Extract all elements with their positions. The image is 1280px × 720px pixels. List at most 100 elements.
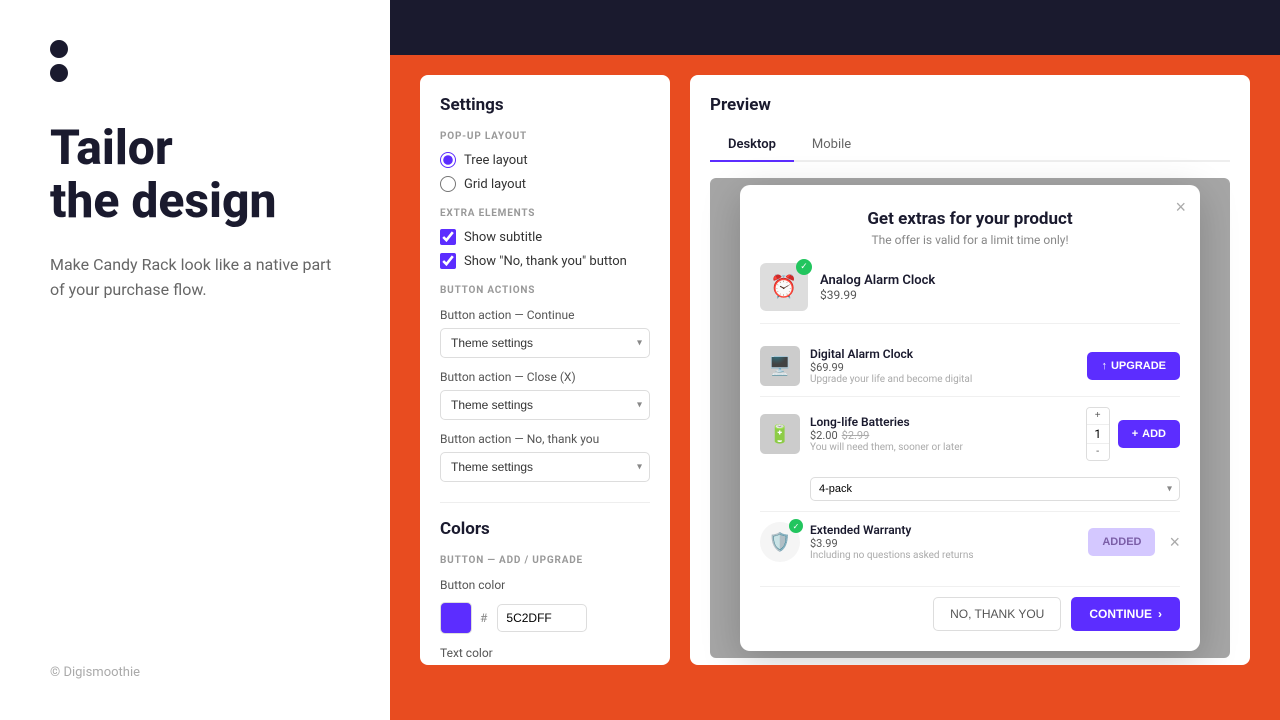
btn-action-close-select-wrap: Theme settings ▾	[440, 390, 650, 420]
left-panel: Tailor the design Make Candy Rack look l…	[0, 0, 390, 720]
extra-elements-label: EXTRA ELEMENTS	[440, 208, 650, 219]
upsell-1-img: 🖥️	[760, 346, 800, 386]
show-no-thanks-option[interactable]: Show "No, thank you" button	[440, 253, 650, 269]
continue-button[interactable]: CONTINUE ›	[1071, 597, 1180, 631]
chevron-right-icon: ›	[1158, 607, 1162, 621]
button-actions-label: BUTTON ACTIONS	[440, 285, 650, 296]
left-content: Tailor the design Make Candy Rack look l…	[50, 122, 340, 303]
modal-close-button[interactable]: ×	[1175, 197, 1186, 218]
btn-action-no-thanks-select-wrap: Theme settings ▾	[440, 452, 650, 482]
qty-value: 1	[1087, 424, 1109, 444]
qty-decrease-btn[interactable]: -	[1087, 444, 1109, 460]
upsell-2-desc: You will need them, sooner or later	[810, 442, 1076, 453]
main-product-name: Analog Alarm Clock	[820, 273, 935, 288]
btn-action-continue-label: Button action — Continue	[440, 308, 650, 322]
preview-title: Preview	[710, 95, 1230, 115]
upsell-2-price-wrap: $2.00 $2.99	[810, 429, 1076, 442]
quantity-wrap: + 1 -	[1086, 407, 1110, 461]
show-subtitle-label: Show subtitle	[464, 230, 542, 245]
button-color-input[interactable]	[497, 604, 587, 632]
colors-title: Colors	[440, 519, 650, 539]
show-no-thanks-label: Show "No, thank you" button	[464, 254, 627, 269]
no-thanks-button[interactable]: NO, THANK YOU	[933, 597, 1061, 631]
preview-panel: Preview Desktop Mobile × Get extras for …	[690, 75, 1250, 665]
upsell-1-desc: Upgrade your life and become digital	[810, 374, 1077, 385]
colors-section: Colors BUTTON — ADD / UPGRADE Button col…	[440, 502, 650, 665]
settings-panel: Settings POP-UP LAYOUT Tree layout Grid …	[420, 75, 670, 665]
warranty-name: Extended Warranty	[810, 523, 1078, 537]
warranty-price: $3.99	[810, 537, 1078, 550]
upsell-1-price: $69.99	[810, 361, 1077, 374]
btn-action-continue-select-wrap: Theme settings ▾	[440, 328, 650, 358]
copyright: © Digismoothie	[50, 665, 340, 680]
upsell-1-name: Digital Alarm Clock	[810, 347, 1077, 361]
main-product: ⏰ ✓ Analog Alarm Clock $39.99	[760, 263, 1180, 324]
subtext: Make Candy Rack look like a native part …	[50, 252, 340, 303]
warranty-desc: Including no questions asked returns	[810, 550, 1078, 561]
remove-warranty-button[interactable]: ×	[1169, 532, 1180, 553]
grid-layout-radio[interactable]	[440, 176, 456, 192]
tree-layout-option[interactable]: Tree layout	[440, 152, 650, 168]
upsell-1-info: Digital Alarm Clock $69.99 Upgrade your …	[810, 347, 1077, 385]
btn-action-continue-select[interactable]: Theme settings	[440, 328, 650, 358]
warranty-row: 🛡️ ✓ Extended Warranty $3.99 Including n…	[760, 512, 1180, 572]
modal-heading: Get extras for your product	[760, 209, 1180, 229]
hash-symbol: #	[480, 611, 487, 625]
upsell-2-top: 🔋 Long-life Batteries $2.00 $2.99 You wi…	[760, 407, 1180, 461]
btn-add-upgrade-label: BUTTON — ADD / UPGRADE	[440, 555, 650, 566]
tree-layout-label: Tree layout	[464, 153, 528, 168]
button-color-label: Button color	[440, 578, 650, 592]
add-button-2[interactable]: + ADD	[1118, 420, 1180, 448]
battery-select[interactable]: 4-pack 2-pack 8-pack	[810, 477, 1180, 501]
logo-dot-bottom	[50, 64, 68, 82]
logo-dot-top	[50, 40, 68, 58]
btn-action-close-select[interactable]: Theme settings	[440, 390, 650, 420]
warranty-info: Extended Warranty $3.99 Including no que…	[810, 523, 1078, 561]
battery-select-wrapper: 4-pack 2-pack 8-pack ▾	[810, 477, 1180, 501]
tab-mobile[interactable]: Mobile	[794, 129, 869, 162]
warranty-check: ✓	[789, 519, 803, 533]
settings-title: Settings	[440, 95, 650, 115]
warranty-icon-wrap: 🛡️ ✓	[760, 522, 800, 562]
add-label: ADD	[1142, 428, 1166, 440]
right-panel: Settings POP-UP LAYOUT Tree layout Grid …	[390, 0, 1280, 720]
btn-action-no-thanks-label: Button action — No, thank you	[440, 432, 650, 446]
upsell-2-img: 🔋	[760, 414, 800, 454]
grid-layout-label: Grid layout	[464, 177, 526, 192]
plus-icon: +	[1132, 428, 1138, 440]
main-product-info: Analog Alarm Clock $39.99	[820, 273, 935, 302]
upsell-2-price: $2.00	[810, 429, 838, 442]
added-button-3[interactable]: ADDED	[1088, 528, 1155, 556]
upsell-2-info: Long-life Batteries $2.00 $2.99 You will…	[810, 415, 1076, 453]
logo	[50, 40, 340, 82]
show-no-thanks-checkbox[interactable]	[440, 253, 456, 269]
upsell-2-price-old: $2.99	[842, 429, 870, 442]
show-subtitle-option[interactable]: Show subtitle	[440, 229, 650, 245]
main-product-price: $39.99	[820, 288, 935, 302]
modal-subheading: The offer is valid for a limit time only…	[760, 233, 1180, 247]
modal-box: × Get extras for your product The offer …	[740, 185, 1200, 651]
main-content: Settings POP-UP LAYOUT Tree layout Grid …	[390, 55, 1280, 720]
top-bar	[390, 0, 1280, 55]
headline-line1: Tailor	[50, 119, 173, 176]
btn-action-no-thanks-select[interactable]: Theme settings	[440, 452, 650, 482]
qty-increase-btn[interactable]: +	[1087, 408, 1109, 424]
headline-line2: the design	[50, 172, 277, 229]
btn-action-close-label: Button action — Close (X)	[440, 370, 650, 384]
grid-layout-option[interactable]: Grid layout	[440, 176, 650, 192]
button-color-swatch[interactable]	[440, 602, 472, 634]
upsell-2-select-wrap: 4-pack 2-pack 8-pack ▾	[760, 471, 1180, 501]
button-color-row: #	[440, 602, 650, 634]
tab-desktop[interactable]: Desktop	[710, 129, 794, 162]
upsell-row-1: 🖥️ Digital Alarm Clock $69.99 Upgrade yo…	[760, 336, 1180, 397]
modal-container: × Get extras for your product The offer …	[710, 178, 1230, 658]
upsell-2-actions: + 1 - + ADD	[1086, 407, 1180, 461]
show-subtitle-checkbox[interactable]	[440, 229, 456, 245]
upgrade-button-1[interactable]: ↑ UPGRADE	[1087, 352, 1180, 380]
upsell-2-name: Long-life Batteries	[810, 415, 1076, 429]
text-color-label: Text color	[440, 646, 650, 660]
preview-tabs: Desktop Mobile	[710, 129, 1230, 162]
tree-layout-radio[interactable]	[440, 152, 456, 168]
modal-footer: NO, THANK YOU CONTINUE ›	[760, 586, 1180, 631]
main-product-img-wrap: ⏰ ✓	[760, 263, 808, 311]
